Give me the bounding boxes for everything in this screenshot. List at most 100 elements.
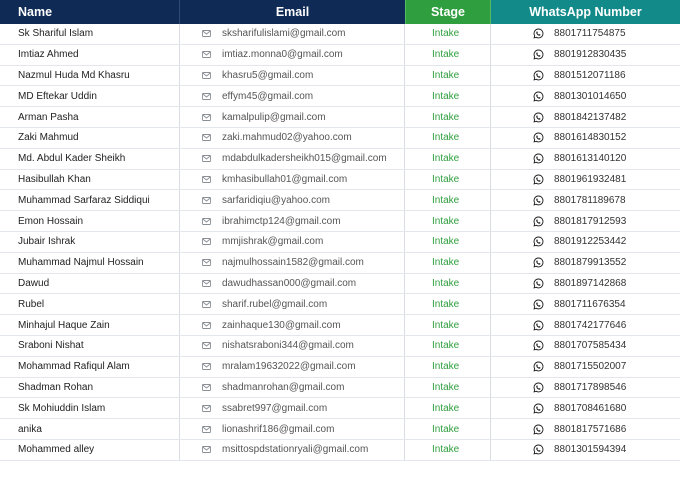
- whatsapp-icon: [533, 153, 544, 164]
- table-row[interactable]: Sraboni Nishat nishatsraboni344@gmail.co…: [0, 335, 680, 357]
- whatsapp-cell[interactable]: 8801711676354: [491, 294, 680, 314]
- column-header-whatsapp[interactable]: WhatsApp Number: [491, 0, 680, 24]
- whatsapp-cell[interactable]: 8801879913552: [491, 253, 680, 273]
- stage-status: Intake: [405, 398, 491, 419]
- whatsapp-cell[interactable]: 8801781189678: [491, 190, 680, 210]
- whatsapp-icon: [533, 132, 544, 143]
- whatsapp-cell[interactable]: 8801817912593: [491, 211, 680, 231]
- stage-status: Intake: [405, 127, 491, 148]
- table-row[interactable]: Sk Shariful Islam sksharifulislami@gmail…: [0, 24, 680, 45]
- column-header-email[interactable]: Email: [180, 0, 405, 24]
- table-row[interactable]: Dawud dawudhassan000@gmail.com Intake 88…: [0, 273, 680, 295]
- email-cell[interactable]: kamalpulip@gmail.com: [180, 107, 405, 127]
- whatsapp-cell[interactable]: 8801961932481: [491, 170, 680, 190]
- whatsapp-cell[interactable]: 8801711754875: [491, 24, 680, 44]
- email-cell[interactable]: sksharifulislami@gmail.com: [180, 24, 405, 44]
- table-row[interactable]: Arman Pasha kamalpulip@gmail.com Intake …: [0, 107, 680, 128]
- whatsapp-cell[interactable]: 8801512071186: [491, 66, 680, 86]
- table-row[interactable]: Minhajul Haque Zain zainhaque130@gmail.c…: [0, 315, 680, 336]
- email-cell[interactable]: zainhaque130@gmail.com: [180, 315, 405, 335]
- table-row[interactable]: anika lionashrif186@gmail.com Intake 880…: [0, 419, 680, 440]
- email-cell[interactable]: sarfaridiqiu@yahoo.com: [180, 190, 405, 211]
- contact-name: Zaki Mahmud: [0, 127, 180, 148]
- email-cell[interactable]: lionashrif186@gmail.com: [180, 419, 405, 439]
- whatsapp-icon: [533, 361, 544, 372]
- email-cell[interactable]: nishatsraboni344@gmail.com: [180, 335, 405, 356]
- table-row[interactable]: Zaki Mahmud zaki.mahmud02@yahoo.com Inta…: [0, 127, 680, 149]
- table-row[interactable]: Nazmul Huda Md Khasru khasru5@gmail.com …: [0, 65, 680, 87]
- whatsapp-icon: [533, 112, 544, 123]
- table-row[interactable]: Jubair Ishrak mmjishrak@gmail.com Intake…: [0, 231, 680, 253]
- whatsapp-cell[interactable]: 8801912830435: [491, 45, 680, 65]
- table-row[interactable]: Imtiaz Ahmed imtiaz.monna0@gmail.com Int…: [0, 44, 680, 66]
- whatsapp-cell[interactable]: 8801614830152: [491, 128, 680, 148]
- whatsapp-number: 8801301014650: [554, 90, 627, 102]
- whatsapp-cell[interactable]: 8801897142868: [491, 274, 680, 294]
- contact-email: kmhasibullah01@gmail.com: [222, 173, 348, 185]
- whatsapp-number: 8801961932481: [554, 173, 627, 185]
- email-cell[interactable]: kmhasibullah01@gmail.com: [180, 169, 405, 190]
- envelope-icon: [202, 363, 211, 371]
- whatsapp-number: 8801301594394: [554, 444, 627, 456]
- stage-status: Intake: [405, 294, 491, 315]
- column-header-name[interactable]: Name: [0, 0, 180, 24]
- whatsapp-cell[interactable]: 8801707585434: [491, 336, 680, 356]
- email-cell[interactable]: effym45@gmail.com: [180, 86, 405, 107]
- email-cell[interactable]: ibrahimctp124@gmail.com: [180, 211, 405, 231]
- email-cell[interactable]: ssabret997@gmail.com: [180, 398, 405, 419]
- whatsapp-cell[interactable]: 8801301594394: [491, 440, 680, 460]
- email-cell[interactable]: imtiaz.monna0@gmail.com: [180, 44, 405, 65]
- contact-name: Muhammad Najmul Hossain: [0, 252, 180, 273]
- table-row[interactable]: MD Eftekar Uddin effym45@gmail.com Intak…: [0, 86, 680, 108]
- whatsapp-cell[interactable]: 8801301014650: [491, 86, 680, 106]
- table-row[interactable]: Rubel sharif.rubel@gmail.com Intake 8801…: [0, 294, 680, 316]
- table-row[interactable]: Emon Hossain ibrahimctp124@gmail.com Int…: [0, 211, 680, 232]
- whatsapp-cell[interactable]: 8801817571686: [491, 419, 680, 439]
- stage-status: Intake: [405, 252, 491, 273]
- email-cell[interactable]: sharif.rubel@gmail.com: [180, 294, 405, 315]
- whatsapp-cell[interactable]: 8801742177646: [491, 315, 680, 335]
- whatsapp-number: 8801717898546: [554, 381, 627, 393]
- stage-status: Intake: [405, 86, 491, 107]
- table-header: Name Email Stage WhatsApp Number: [0, 0, 680, 24]
- table-row[interactable]: Sk Mohiuddin Islam ssabret997@gmail.com …: [0, 398, 680, 420]
- whatsapp-cell[interactable]: 8801613140120: [491, 149, 680, 169]
- column-header-stage[interactable]: Stage: [405, 0, 491, 24]
- table-row[interactable]: Shadman Rohan shadmanrohan@gmail.com Int…: [0, 377, 680, 399]
- contact-name: Sk Mohiuddin Islam: [0, 398, 180, 419]
- email-cell[interactable]: mmjishrak@gmail.com: [180, 231, 405, 252]
- whatsapp-cell[interactable]: 8801717898546: [491, 378, 680, 398]
- whatsapp-number: 8801707585434: [554, 340, 627, 352]
- contact-email: kamalpulip@gmail.com: [222, 111, 326, 123]
- table-row[interactable]: Muhammad Sarfaraz Siddiqui sarfaridiqiu@…: [0, 190, 680, 212]
- email-cell[interactable]: mralam19632022@gmail.com: [180, 356, 405, 377]
- contact-email: zaki.mahmud02@yahoo.com: [222, 132, 352, 144]
- whatsapp-cell[interactable]: 8801715502007: [491, 357, 680, 377]
- contact-email: sksharifulislami@gmail.com: [222, 28, 346, 40]
- envelope-icon: [202, 134, 211, 142]
- email-cell[interactable]: shadmanrohan@gmail.com: [180, 377, 405, 398]
- whatsapp-icon: [533, 174, 544, 185]
- whatsapp-cell[interactable]: 8801842137482: [491, 107, 680, 127]
- email-cell[interactable]: dawudhassan000@gmail.com: [180, 273, 405, 294]
- table-row[interactable]: Hasibullah Khan kmhasibullah01@gmail.com…: [0, 169, 680, 191]
- whatsapp-icon: [533, 299, 544, 310]
- stage-status: Intake: [405, 315, 491, 335]
- whatsapp-icon: [533, 278, 544, 289]
- email-cell[interactable]: msittospdstationryali@gmail.com: [180, 439, 405, 460]
- stage-status: Intake: [405, 44, 491, 65]
- table-row[interactable]: Mohammed alley msittospdstationryali@gma…: [0, 439, 680, 461]
- email-cell[interactable]: khasru5@gmail.com: [180, 65, 405, 86]
- table-row[interactable]: Muhammad Najmul Hossain najmulhossain158…: [0, 252, 680, 274]
- table-row[interactable]: Md. Abdul Kader Sheikh mdabdulkadersheik…: [0, 148, 680, 170]
- email-cell[interactable]: zaki.mahmud02@yahoo.com: [180, 127, 405, 148]
- whatsapp-cell[interactable]: 8801912253442: [491, 232, 680, 252]
- envelope-icon: [202, 259, 211, 267]
- contact-name: Dawud: [0, 273, 180, 294]
- email-cell[interactable]: mdabdulkadersheikh015@gmail.com: [180, 148, 405, 169]
- whatsapp-number: 8801897142868: [554, 277, 627, 289]
- table-row[interactable]: Mohammad Rafiqul Alam mralam19632022@gma…: [0, 356, 680, 378]
- whatsapp-icon: [533, 91, 544, 102]
- email-cell[interactable]: najmulhossain1582@gmail.com: [180, 252, 405, 273]
- whatsapp-cell[interactable]: 8801708461680: [491, 398, 680, 418]
